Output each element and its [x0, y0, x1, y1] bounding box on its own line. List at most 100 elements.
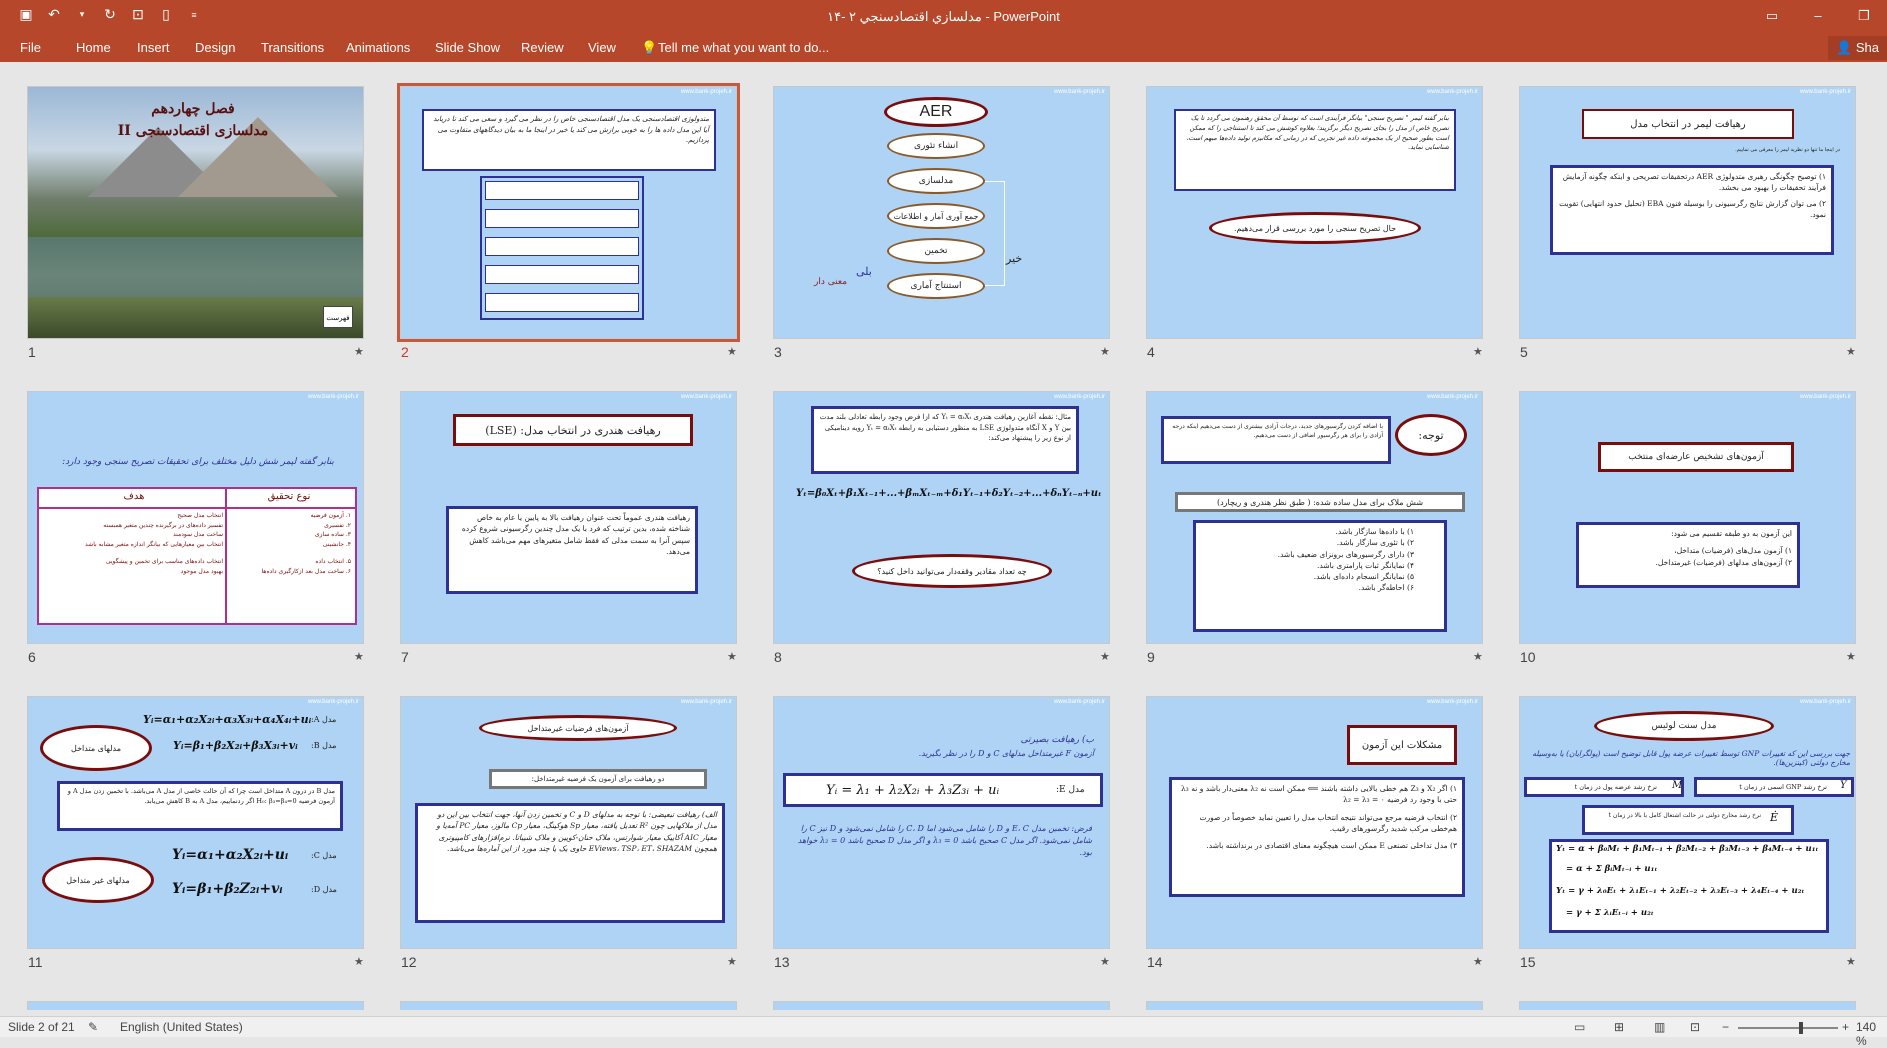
- slide-5-note: در اینجا ما تنها دو نظریه لیمر را معرفی …: [1735, 147, 1840, 153]
- slide-number: 15: [1520, 954, 1536, 970]
- tell-me-input[interactable]: Tell me what you want to do...: [658, 40, 829, 55]
- slide-thumbnail-17[interactable]: [400, 1001, 737, 1010]
- slide-thumbnail-13[interactable]: www.bank-projeh.ir ب) رهیافت بصیرتی آزمو…: [773, 696, 1110, 949]
- slide-1-subtitle: مدلسازی اقتصادسنجی II: [117, 123, 269, 139]
- tab-design[interactable]: Design: [195, 40, 235, 55]
- slide-7-title: رهیافت هندری در انتخاب مدل: (LSE): [453, 414, 693, 446]
- slide-thumbnail-4[interactable]: www.bank-projeh.ir بنابر گفته لیمر " تصر…: [1146, 86, 1483, 339]
- transition-star-icon: ★: [354, 956, 364, 968]
- flow-step-4: تخمین: [887, 238, 985, 264]
- slide-thumbnail-11[interactable]: www.bank-projeh.ir Yᵢ=α₁+α₂X₂ᵢ+α₃X₃ᵢ+α₄X…: [27, 696, 364, 949]
- ribbon-tabs: File Home Insert Design Transitions Anim…: [0, 32, 1887, 62]
- slide-8-equation: Yₜ=β₀Xₜ+β₁Xₜ₋₁+...+βₘXₜ₋ₘ+δ₁Yₜ₋₁+δ₂Yₜ₋₂+…: [796, 488, 1102, 499]
- no-label: خیر: [1006, 252, 1023, 265]
- slide-4-text: بنابر گفته لیمر " تصریح سنجی" بیانگر فرآ…: [1174, 109, 1456, 191]
- slide-14-box: ۱) اگر X₂ و Z₃ هم خطی بالایی داشته باشند…: [1169, 777, 1465, 897]
- watermark: www.bank-projeh.ir: [1426, 699, 1478, 705]
- reading-view-icon[interactable]: ▥: [1654, 1020, 1665, 1034]
- tab-slide-show[interactable]: Slide Show: [435, 40, 500, 55]
- zoom-in-icon[interactable]: +: [1842, 1020, 1849, 1034]
- slide-15-eq-3: Yₜ = γ + λ₀Eₜ + λ₁Eₜ₋₁ + λ₂Eₜ₋₂ + λ₃Eₜ₋₃…: [1556, 886, 1805, 896]
- slide-2-text: متدولوژی اقتصادسنجی یک مدل اقتصادسنجی خا…: [422, 109, 716, 171]
- share-button[interactable]: 👤 Sha: [1828, 36, 1887, 60]
- slide-15-label-1: نرخ رشد GNP اسمی در زمان t: [1694, 777, 1854, 797]
- zoom-slider-thumb[interactable]: [1799, 1022, 1803, 1034]
- slide-thumbnail-9[interactable]: www.bank-projeh.ir توجه: با اضافه کردن ر…: [1146, 391, 1483, 644]
- slide-15-sym-m: Ṁ: [1672, 780, 1683, 791]
- slide-number: 1: [28, 344, 36, 360]
- slide-thumbnail-6[interactable]: www.bank-projeh.ir بنابر گفته لیمر شش دل…: [27, 391, 364, 644]
- table-header-goal: هدف: [123, 491, 145, 502]
- transition-star-icon: ★: [1100, 956, 1110, 968]
- person-icon: 👤: [1836, 40, 1856, 55]
- slide-thumbnail-20[interactable]: [1519, 1001, 1856, 1010]
- transition-star-icon: ★: [1473, 956, 1483, 968]
- slide-thumbnail-10[interactable]: www.bank-projeh.ir آزمون‌های تشخیص عارضه…: [1519, 391, 1856, 644]
- slide-thumbnail-14[interactable]: www.bank-projeh.ir مشکلات این آزمون ۱) ا…: [1146, 696, 1483, 949]
- empty-table: [480, 176, 644, 320]
- slide-number: 11: [28, 954, 43, 970]
- slide-thumbnail-18[interactable]: [773, 1001, 1110, 1010]
- tab-home[interactable]: Home: [76, 40, 111, 55]
- slide-11-eq-b: Yᵢ=β₁+β₂X₂ᵢ+β₃X₃ᵢ+vᵢ: [173, 739, 298, 752]
- slide-1-title: فصل چهاردهم: [151, 101, 235, 117]
- slide-thumbnail-3[interactable]: www.bank-projeh.ir AER انشاء تئوری مدلسا…: [773, 86, 1110, 339]
- tab-transitions[interactable]: Transitions: [261, 40, 324, 55]
- transition-star-icon: ★: [1846, 956, 1856, 968]
- watermark: www.bank-projeh.ir: [1799, 394, 1851, 400]
- normal-view-icon[interactable]: ▭: [1574, 1020, 1585, 1034]
- slide-sorter-icon[interactable]: ⊞: [1614, 1020, 1624, 1034]
- slide-number: 14: [1147, 954, 1163, 970]
- slide-number: 4: [1147, 344, 1155, 360]
- transition-star-icon: ★: [1100, 346, 1110, 358]
- tab-review[interactable]: Review: [521, 40, 564, 55]
- nested-models-oval: مدلهای متداخل: [40, 725, 152, 771]
- tab-animations[interactable]: Animations: [346, 40, 410, 55]
- slide-6-intro: بنابر گفته لیمر شش دلیل مختلف برای تحقیق…: [62, 457, 334, 467]
- transition-star-icon: ★: [727, 956, 737, 968]
- zoom-level[interactable]: 140 %: [1856, 1020, 1887, 1048]
- tell-me-icon[interactable]: 💡: [641, 40, 657, 56]
- slide-11-label-c: مدل C:: [311, 851, 337, 860]
- watermark: www.bank-projeh.ir: [307, 394, 359, 400]
- slide-sorter[interactable]: فصل چهاردهم مدلسازی اقتصادسنجی II فهرست …: [0, 62, 1887, 1010]
- slide-number: 12: [401, 954, 417, 970]
- slide-15-eq-1: Yₜ = α + β₀Mₜ + β₁Mₜ₋₁ + β₂Mₜ₋₂ + β₃Mₜ₋₃…: [1556, 844, 1819, 854]
- minimize-icon[interactable]: –: [1795, 0, 1841, 32]
- tab-insert[interactable]: Insert: [137, 40, 170, 55]
- slide-12-text: الف) رهیافت تبعیضی: با توجه به مدلهای D …: [415, 803, 725, 923]
- slideshow-icon[interactable]: ⊡: [1690, 1020, 1700, 1034]
- tab-view[interactable]: View: [588, 40, 616, 55]
- slide-thumbnail-7[interactable]: www.bank-projeh.ir رهیافت هندری در انتخا…: [400, 391, 737, 644]
- slide-thumbnail-16[interactable]: [27, 1001, 364, 1010]
- slide-thumbnail-5[interactable]: www.bank-projeh.ir رهیافت لیمر در انتخاب…: [1519, 86, 1856, 339]
- restore-icon[interactable]: ❐: [1841, 0, 1887, 32]
- window-controls: ▭ – ❐: [1749, 0, 1887, 32]
- slide-9-note-oval: توجه:: [1395, 414, 1467, 456]
- slide-15-eq-box: Yₜ = α + β₀Mₜ + β₁Mₜ₋₁ + β₂Mₜ₋₂ + β₃Mₜ₋₃…: [1549, 839, 1829, 933]
- transition-star-icon: ★: [1473, 651, 1483, 663]
- language-indicator[interactable]: English (United States): [120, 1020, 243, 1034]
- slide-15-eq-4: = γ + Σ λᵢEₜ₋ᵢ + u₂ₜ: [1566, 908, 1654, 918]
- slide-thumbnail-1[interactable]: فصل چهاردهم مدلسازی اقتصادسنجی II فهرست: [27, 86, 364, 339]
- slide-13-eq-box: Yᵢ = λ₁ + λ₂X₂ᵢ + λ₃Z₃ᵢ + uᵢ مدل E:: [783, 773, 1103, 807]
- tab-file[interactable]: File: [20, 40, 41, 55]
- watermark: www.bank-projeh.ir: [1426, 394, 1478, 400]
- slide-15-text: جهت بررسی این که تغییرات GNP توسط تغییرا…: [1532, 749, 1850, 767]
- slide-thumbnail-12[interactable]: www.bank-projeh.ir آزمون‌های فرضیات غیرم…: [400, 696, 737, 949]
- slide-11-text: مدل B در درون A متداخل است چرا که آن حال…: [57, 781, 343, 831]
- slide-thumbnail-15[interactable]: www.bank-projeh.ir مدل سنت لوئیس جهت برر…: [1519, 696, 1856, 949]
- slide-10-title: آزمون‌های تشخیص عارضه‌ای منتخب: [1598, 442, 1794, 472]
- slide-number: 9: [1147, 649, 1155, 665]
- zoom-slider[interactable]: [1738, 1022, 1838, 1034]
- lake-image: [28, 237, 363, 297]
- spellcheck-icon[interactable]: ✎: [88, 1020, 98, 1034]
- slide-8-text: مثال: نقطه آغازین رهیافت هندری Yₜ = αₜXₜ…: [811, 406, 1079, 474]
- zoom-out-icon[interactable]: −: [1722, 1020, 1729, 1034]
- slide-thumbnail-8[interactable]: www.bank-projeh.ir مثال: نقطه آغازین رهی…: [773, 391, 1110, 644]
- ribbon-display-icon[interactable]: ▭: [1749, 0, 1795, 32]
- transition-star-icon: ★: [354, 651, 364, 663]
- window-title: ۱۴- مدلسازي اقتصادسنجي ۲ - PowerPoint: [827, 9, 1060, 24]
- slide-thumbnail-2[interactable]: www.bank-projeh.ir متدولوژی اقتصادسنجی ی…: [397, 83, 740, 342]
- slide-thumbnail-19[interactable]: [1146, 1001, 1483, 1010]
